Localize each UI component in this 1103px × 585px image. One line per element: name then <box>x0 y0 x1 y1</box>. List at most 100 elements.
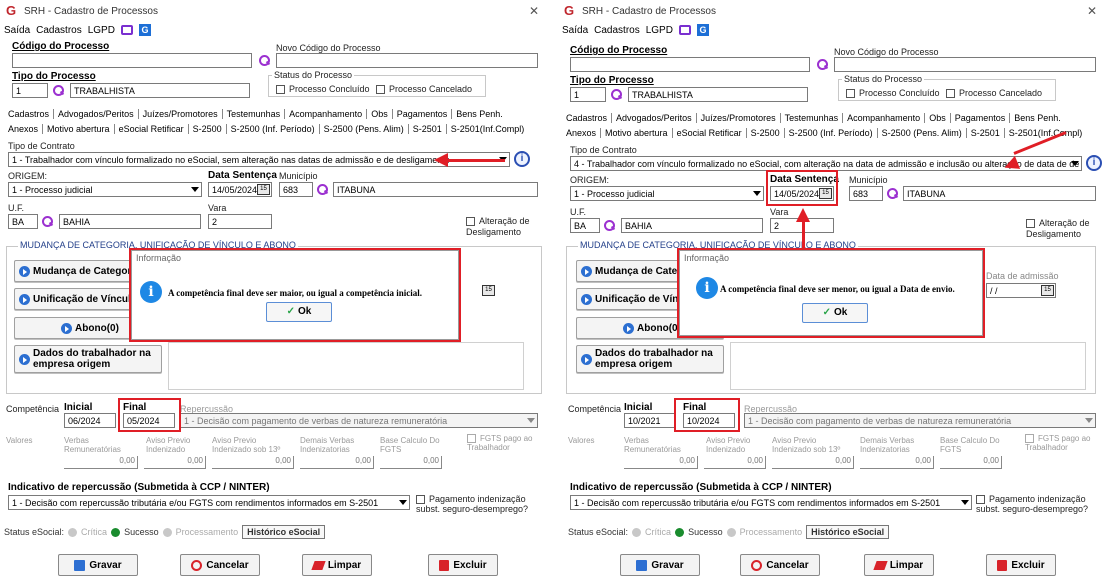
menu-cadastros[interactable]: Cadastros <box>36 25 82 36</box>
tab-juizes[interactable]: Juízes/Promotores <box>138 109 223 119</box>
indicativo-select[interactable]: 1 - Decisão com repercussão tributária e… <box>8 495 410 510</box>
checkbox[interactable] <box>276 85 285 95</box>
verbas-input[interactable]: 0,00 <box>624 456 698 469</box>
indicativo-select[interactable]: 1 - Decisão com repercussão tributária e… <box>570 495 972 510</box>
tab-cadastros[interactable]: Cadastros <box>4 109 55 119</box>
checkbox[interactable] <box>1025 434 1034 444</box>
pagamento-indenizacao-option[interactable]: Pagamento indenização subst. seguro-dese… <box>416 494 544 514</box>
search-icon[interactable] <box>603 219 616 232</box>
tab-esocial-retificar[interactable]: eSocial Retificar <box>114 124 189 134</box>
processo-concluido-option[interactable]: Processo Concluído <box>846 88 940 99</box>
search-icon[interactable] <box>258 54 271 67</box>
checkbox[interactable] <box>467 434 476 444</box>
tipo-processo-code-input[interactable]: 1 <box>570 87 606 102</box>
pagamento-indenizacao-option[interactable]: Pagamento indenização subst. seguro-dese… <box>976 494 1102 514</box>
ok-button[interactable]: ✓ Ok <box>266 302 332 322</box>
mudanca-categoria-button[interactable]: Mudança de Categoria <box>576 260 684 282</box>
calendar-icon[interactable]: 15 <box>257 184 270 195</box>
tab-juizes[interactable]: Juízes/Promotores <box>696 113 781 123</box>
tipo-processo-code-input[interactable]: 1 <box>12 83 48 98</box>
processo-concluido-option[interactable]: Processo Concluído <box>276 84 370 95</box>
municipio-name-input[interactable]: ITABUNA <box>333 182 538 197</box>
excluir-button[interactable]: Excluir <box>986 554 1056 576</box>
close-icon[interactable]: ✕ <box>529 4 539 18</box>
tab-testemunhas[interactable]: Testemunhas <box>780 113 844 123</box>
ok-button[interactable]: ✓ Ok <box>802 303 868 323</box>
search-icon[interactable] <box>316 183 329 196</box>
checkbox[interactable] <box>466 217 475 227</box>
menu-lgpd[interactable]: LGPD <box>88 25 115 36</box>
fgts-pago-option[interactable]: FGTS pago ao Trabalhador <box>467 434 543 452</box>
tab-pagamentos[interactable]: Pagamentos <box>950 113 1011 123</box>
tab-s2500-pens[interactable]: S-2500 (Pens. Alim) <box>877 128 967 138</box>
unificacao-vinculo-button[interactable]: Unificação de Vínculo <box>14 288 132 310</box>
tab-anexos[interactable]: Anexos <box>4 124 44 134</box>
demais-verbas-input[interactable]: 0,00 <box>860 456 934 469</box>
tab-acompanhamento[interactable]: Acompanhamento <box>843 113 926 123</box>
repercussao-select[interactable]: 1 - Decisão com pagamento de verbas de n… <box>180 413 538 428</box>
gravar-button[interactable]: Gravar <box>620 554 700 576</box>
tab-esocial-retificar[interactable]: eSocial Retificar <box>672 128 747 138</box>
uf-code-input[interactable]: BA <box>570 218 600 233</box>
aviso-previo-input[interactable]: 0,00 <box>144 456 206 469</box>
tab-motivo-abertura[interactable]: Motivo abertura <box>43 124 115 134</box>
info-icon[interactable]: i <box>1086 155 1102 171</box>
dados-trabalhador-button[interactable]: Dados do trabalhador na empresa origem <box>14 345 162 373</box>
checkbox[interactable] <box>1026 219 1035 229</box>
competencia-inicial-input[interactable]: 06/2024 <box>64 413 116 428</box>
excluir-button[interactable]: Excluir <box>428 554 498 576</box>
limpar-button[interactable]: Limpar <box>302 554 372 576</box>
fgts-pago-option[interactable]: FGTS pago ao Trabalhador <box>1025 434 1101 452</box>
tab-motivo-abertura[interactable]: Motivo abertura <box>601 128 673 138</box>
tab-s2501[interactable]: S-2501 <box>408 124 447 134</box>
tab-testemunhas[interactable]: Testemunhas <box>222 109 286 119</box>
tab-anexos[interactable]: Anexos <box>562 128 602 138</box>
chat-icon[interactable] <box>678 25 691 35</box>
tab-cadastros[interactable]: Cadastros <box>562 113 613 123</box>
g-app-icon[interactable]: G <box>696 24 709 36</box>
origem-select[interactable]: 1 - Processo judicial <box>570 186 764 201</box>
municipio-name-input[interactable]: ITABUNA <box>903 186 1096 201</box>
origem-select[interactable]: 1 - Processo judicial <box>8 182 202 197</box>
tab-bens[interactable]: Bens Penh. <box>452 109 507 119</box>
uf-name-input[interactable]: BAHIA <box>59 214 201 229</box>
aviso-13-input[interactable]: 0,00 <box>212 456 294 469</box>
repercussao-select[interactable]: 1 - Decisão com pagamento de verbas de n… <box>744 413 1096 428</box>
search-icon[interactable] <box>52 84 65 97</box>
search-icon[interactable] <box>41 215 54 228</box>
tab-s2501[interactable]: S-2501 <box>966 128 1005 138</box>
aviso-previo-input[interactable]: 0,00 <box>704 456 766 469</box>
base-fgts-input[interactable]: 0,00 <box>940 456 1002 469</box>
calendar-icon[interactable]: 15 <box>1041 285 1054 296</box>
demais-verbas-input[interactable]: 0,00 <box>300 456 374 469</box>
tab-obs[interactable]: Obs <box>925 113 951 123</box>
aviso-13-input[interactable]: 0,00 <box>772 456 854 469</box>
g-app-icon[interactable]: G <box>138 24 151 36</box>
tab-s2501-compl[interactable]: S-2501(Inf.Compl) <box>1005 128 1087 138</box>
calendar-icon[interactable]: 15 <box>482 285 495 296</box>
verbas-input[interactable]: 0,00 <box>64 456 138 469</box>
processo-cancelado-option[interactable]: Processo Cancelado <box>376 84 472 95</box>
tab-acompanhamento[interactable]: Acompanhamento <box>285 109 368 119</box>
novo-codigo-input[interactable] <box>276 53 538 68</box>
historico-esocial-button[interactable]: Histórico eSocial <box>242 525 326 539</box>
tab-bens[interactable]: Bens Penh. <box>1010 113 1065 123</box>
checkbox[interactable] <box>376 85 385 95</box>
competencia-inicial-input[interactable]: 10/2021 <box>624 413 676 428</box>
tab-s2500-periodo[interactable]: S-2500 (Inf. Período) <box>784 128 878 138</box>
menu-saida[interactable]: Saída <box>562 25 588 36</box>
alteracao-desligamento-option[interactable]: Alteração de Desligamento <box>466 216 542 238</box>
mudanca-categoria-button[interactable]: Mudança de Categoria <box>14 260 132 282</box>
codigo-processo-input[interactable] <box>12 53 252 68</box>
cancelar-button[interactable]: Cancelar <box>180 554 260 576</box>
novo-codigo-input[interactable] <box>834 57 1096 72</box>
tab-obs[interactable]: Obs <box>367 109 393 119</box>
search-icon[interactable] <box>610 88 623 101</box>
tab-s2500[interactable]: S-2500 <box>746 128 785 138</box>
historico-esocial-button[interactable]: Histórico eSocial <box>806 525 890 539</box>
tipo-processo-input[interactable]: TRABALHISTA <box>628 87 808 102</box>
close-icon[interactable]: ✕ <box>1087 4 1097 18</box>
tab-pagamentos[interactable]: Pagamentos <box>392 109 453 119</box>
tab-s2501-compl[interactable]: S-2501(Inf.Compl) <box>447 124 529 134</box>
tab-advogados[interactable]: Advogados/Peritos <box>612 113 697 123</box>
